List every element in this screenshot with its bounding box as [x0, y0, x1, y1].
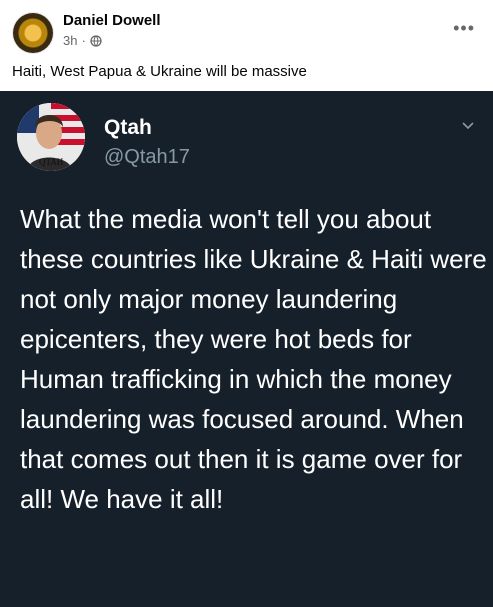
post-time[interactable]: 3h: [63, 33, 77, 48]
globe-icon: [90, 34, 102, 47]
more-options-icon[interactable]: •••: [453, 18, 475, 39]
tweet-screenshot: QTAH Qtah @Qtah17 What the media won't t…: [0, 91, 493, 607]
tweet-author-handle: @Qtah17: [104, 146, 190, 168]
avatar-image: QTAH: [17, 103, 85, 171]
chevron-down-icon[interactable]: [461, 119, 475, 133]
avatar-watermark: QTAH: [39, 157, 64, 167]
tweet-text: What the media won't tell you about thes…: [20, 204, 487, 514]
author-name[interactable]: Daniel Dowell: [63, 12, 161, 29]
author-avatar[interactable]: [13, 13, 53, 53]
tweet-avatar: QTAH: [17, 103, 85, 171]
tweet-author-name: Qtah: [104, 116, 152, 139]
meta-separator: ·: [81, 33, 86, 48]
post-meta: 3h ·: [63, 33, 102, 48]
facebook-post: Daniel Dowell 3h · ••• Haiti, West Papua…: [0, 0, 493, 607]
post-caption: Haiti, West Papua & Ukraine will be mass…: [12, 63, 307, 80]
